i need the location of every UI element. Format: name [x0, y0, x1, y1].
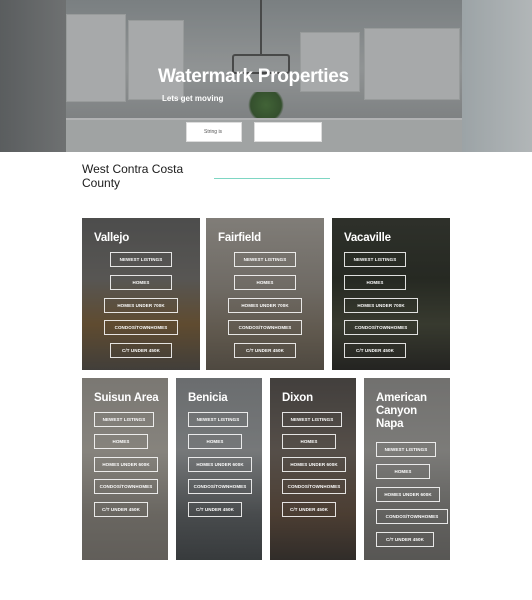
condos-townhomes-button[interactable]: CONDOS/TOWNHOMES [94, 479, 158, 494]
ct-under-button[interactable]: C/T UNDER 450K [94, 502, 148, 517]
hero-search-input-value: String is [204, 129, 223, 135]
newest-listings-button[interactable]: NEWEST LISTINGS [94, 412, 154, 427]
homes-under-button[interactable]: HOMES UNDER 700K [344, 298, 418, 313]
ct-under-button[interactable]: C/T UNDER 450K [234, 343, 296, 358]
ct-under-button[interactable]: C/T UNDER 450K [110, 343, 172, 358]
hero-title: Watermark Properties [158, 66, 349, 87]
homes-under-button[interactable]: HOMES UNDER 600K [94, 457, 158, 472]
newest-listings-button[interactable]: NEWEST LISTINGS [376, 442, 436, 457]
newest-listings-button[interactable]: NEWEST LISTINGS [110, 252, 172, 267]
newest-listings-button[interactable]: NEWEST LISTINGS [282, 412, 342, 427]
homes-button[interactable]: HOMES [110, 275, 172, 290]
condos-townhomes-button[interactable]: CONDOS/TOWNHOMES [104, 320, 178, 335]
condos-townhomes-button[interactable]: CONDOS/TOWNHOMES [282, 479, 346, 494]
city-card-dixon: Dixon NEWEST LISTINGS HOMES HOMES UNDER … [270, 378, 356, 560]
ct-under-button[interactable]: C/T UNDER 450K [344, 343, 406, 358]
condos-townhomes-button[interactable]: CONDOS/TOWNHOMES [188, 479, 252, 494]
newest-listings-button[interactable]: NEWEST LISTINGS [234, 252, 296, 267]
ct-under-button[interactable]: C/T UNDER 450K [188, 502, 242, 517]
card-title: Fairfield [218, 232, 261, 244]
city-card-suisun: Suisun Area NEWEST LISTINGS HOMES HOMES … [82, 378, 168, 560]
card-title: Benicia [188, 392, 228, 404]
section-title: West Contra Costa County [82, 162, 184, 190]
card-title: Vacaville [344, 232, 391, 244]
ct-under-button[interactable]: C/T UNDER 450K [282, 502, 336, 517]
page: Watermark Properties Lets get moving Str… [0, 0, 532, 600]
city-card-vacaville: Vacaville NEWEST LISTINGS HOMES HOMES UN… [332, 218, 450, 370]
city-card-fairfield: Fairfield NEWEST LISTINGS HOMES HOMES UN… [206, 218, 324, 370]
newest-listings-button[interactable]: NEWEST LISTINGS [344, 252, 406, 267]
condos-townhomes-button[interactable]: CONDOS/TOWNHOMES [376, 509, 448, 524]
homes-button[interactable]: HOMES [282, 434, 336, 449]
card-title: Vallejo [94, 232, 130, 244]
city-card-benicia: Benicia NEWEST LISTINGS HOMES HOMES UNDE… [176, 378, 262, 560]
section-divider [214, 178, 330, 179]
card-title: Dixon [282, 392, 313, 404]
homes-under-button[interactable]: HOMES UNDER 600K [282, 457, 346, 472]
homes-button[interactable]: HOMES [344, 275, 406, 290]
homes-under-button[interactable]: HOMES UNDER 600K [376, 487, 440, 502]
homes-button[interactable]: HOMES [188, 434, 242, 449]
condos-townhomes-button[interactable]: CONDOS/TOWNHOMES [228, 320, 302, 335]
homes-under-button[interactable]: HOMES UNDER 700K [228, 298, 302, 313]
hero-submit-button[interactable] [254, 122, 322, 142]
city-card-vallejo: Vallejo NEWEST LISTINGS HOMES HOMES UNDE… [82, 218, 200, 370]
homes-under-button[interactable]: HOMES UNDER 700K [104, 298, 178, 313]
homes-button[interactable]: HOMES [376, 464, 430, 479]
card-title: Suisun Area [94, 392, 159, 404]
hero-subtitle: Lets get moving [162, 94, 224, 103]
homes-under-button[interactable]: HOMES UNDER 600K [188, 457, 252, 472]
hero-search-input[interactable]: String is [186, 122, 242, 142]
card-title: American Canyon Napa [376, 392, 427, 430]
homes-button[interactable]: HOMES [234, 275, 296, 290]
city-card-american-canyon-napa: American Canyon Napa NEWEST LISTINGS HOM… [364, 378, 450, 560]
ct-under-button[interactable]: C/T UNDER 450K [376, 532, 434, 547]
homes-button[interactable]: HOMES [94, 434, 148, 449]
condos-townhomes-button[interactable]: CONDOS/TOWNHOMES [344, 320, 418, 335]
hero-banner: Watermark Properties Lets get moving Str… [0, 0, 532, 152]
newest-listings-button[interactable]: NEWEST LISTINGS [188, 412, 248, 427]
